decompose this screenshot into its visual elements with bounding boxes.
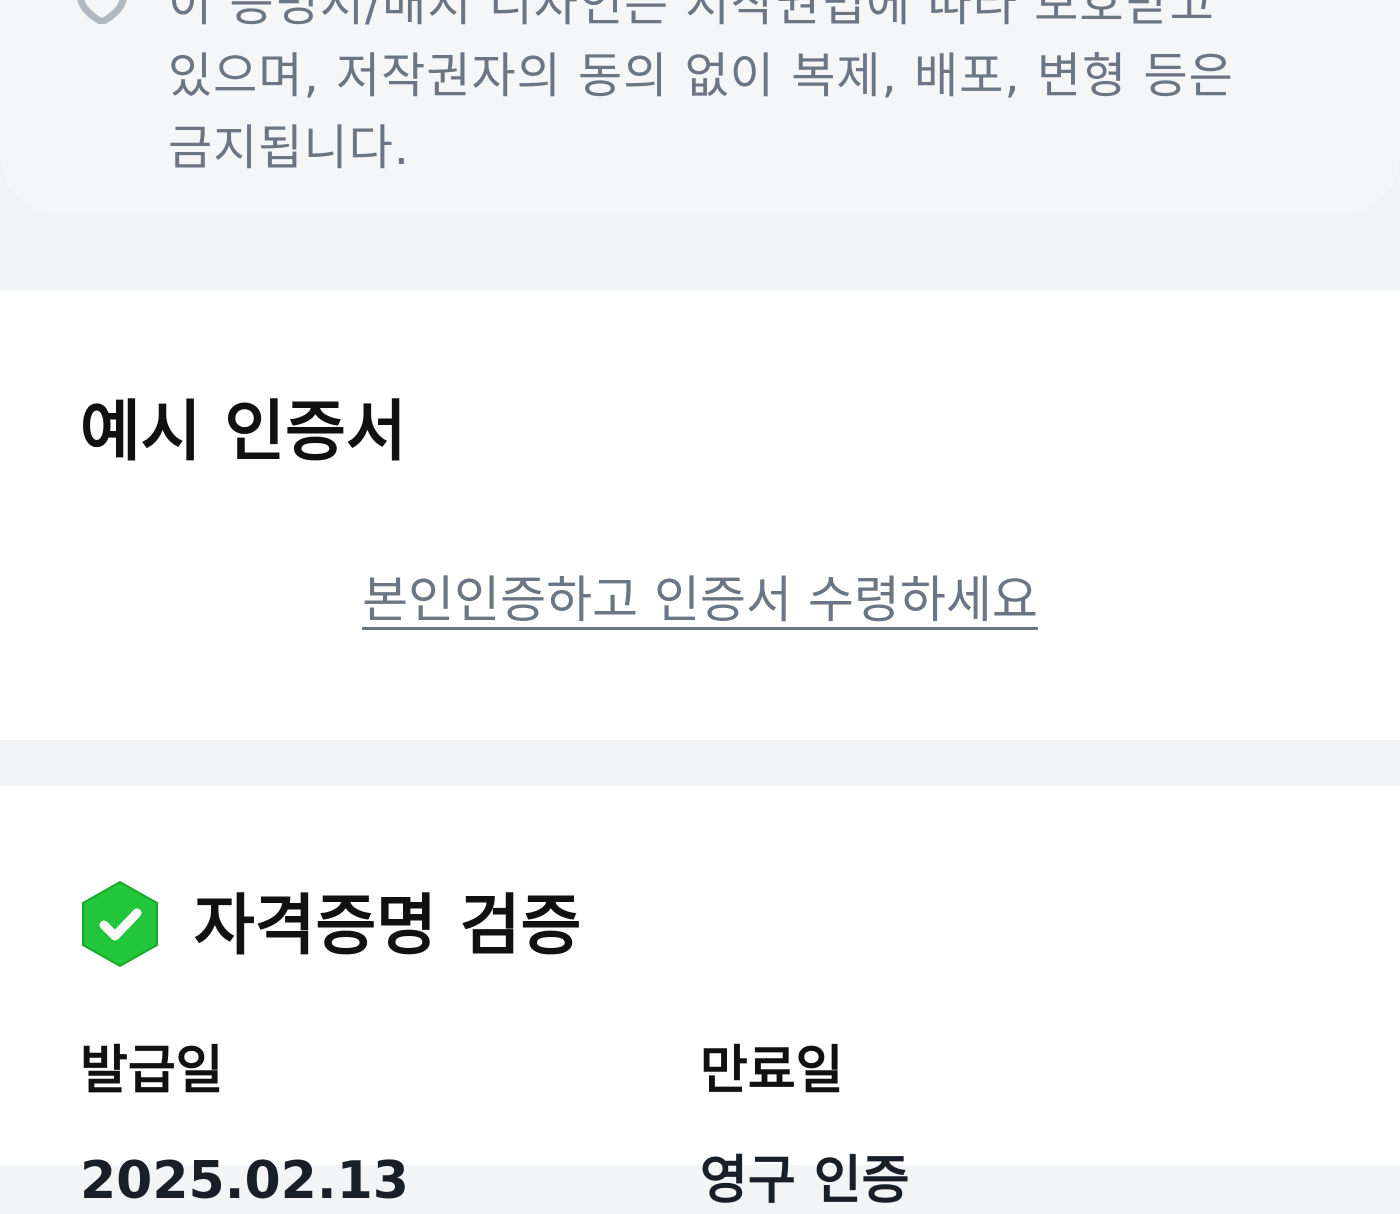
credential-verification-section: [0, 786, 1400, 1165]
issue-date-value: 2025.02.13: [80, 1151, 409, 1211]
example-certificate-section: [0, 291, 1400, 740]
example-certificate-title: 예시 인증서: [80, 393, 407, 470]
identity-verification-link[interactable]: 본인인증하고 인증서 수령하세요: [0, 565, 1400, 635]
shield-icon: [77, 0, 127, 24]
verified-check-icon: [82, 880, 158, 968]
copyright-notice-text: 이 증명서/배지 디자인은 저작권법에 따라 보호받고 있으며, 저작권자의 동…: [168, 0, 1234, 176]
expiry-date-value: 영구 인증: [700, 1151, 910, 1211]
credential-verification-title: 자격증명 검증: [194, 887, 582, 964]
expiry-date-label: 만료일: [700, 1041, 844, 1101]
issue-date-label: 발급일: [80, 1041, 224, 1101]
copyright-notice: 이 증명서/배지 디자인은 저작권법에 따라 보호받고 있으며, 저작권자의 동…: [0, 0, 1400, 215]
